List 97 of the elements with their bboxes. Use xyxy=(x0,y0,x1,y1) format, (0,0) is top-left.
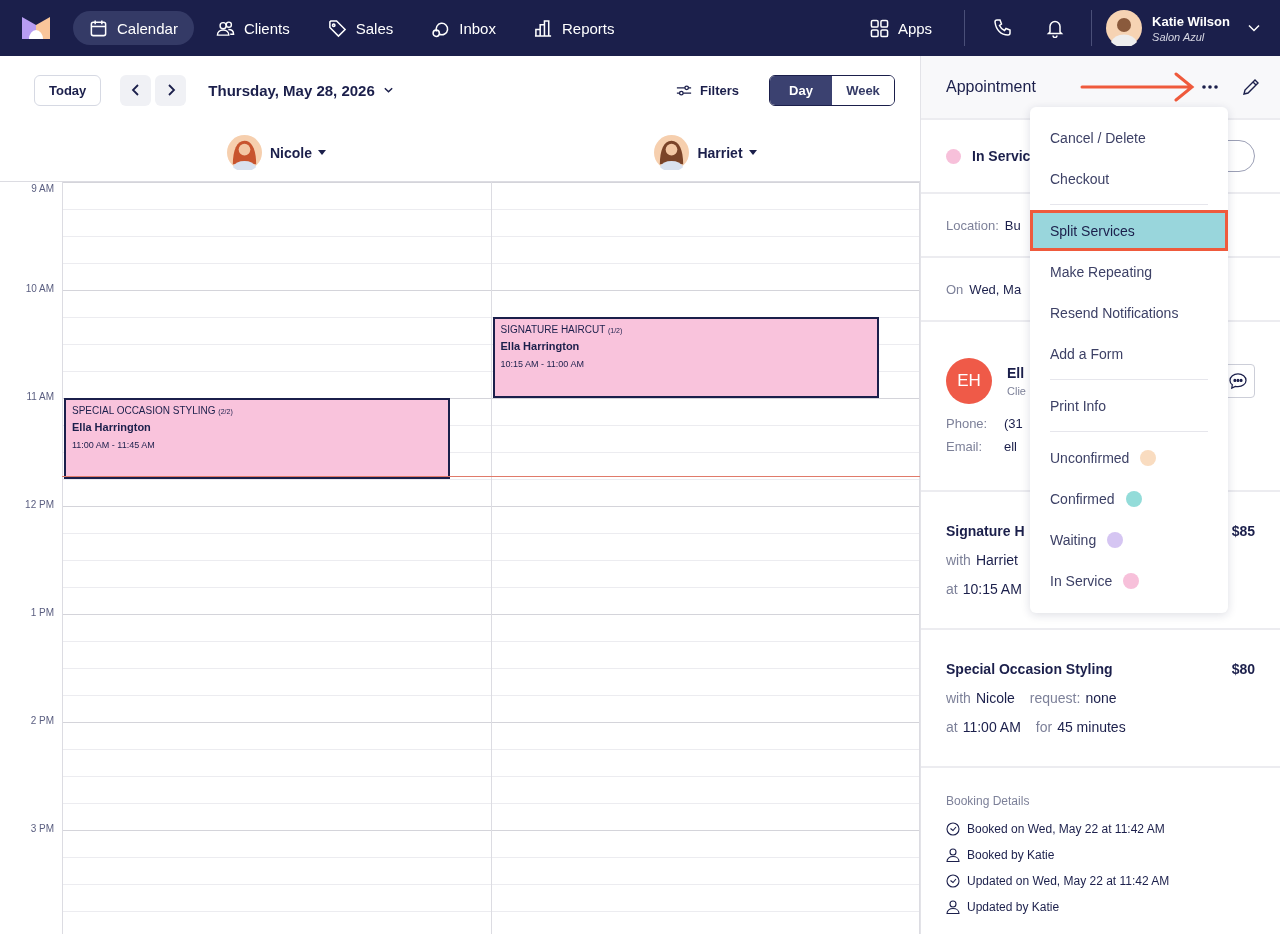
apps-button[interactable]: Apps xyxy=(853,11,949,45)
hour-label: 11 AM xyxy=(26,391,54,402)
client-subtitle: Clie xyxy=(1007,385,1026,397)
sliders-icon xyxy=(676,83,692,97)
hour-label: 3 PM xyxy=(30,823,54,834)
bell-icon[interactable] xyxy=(1045,18,1066,38)
user-avatar[interactable] xyxy=(1106,10,1143,46)
hour-label: 9 AM xyxy=(31,183,54,194)
filters-button[interactable]: Filters xyxy=(670,81,745,99)
for-label: for xyxy=(1035,719,1053,735)
menu-item[interactable]: Unconfirmed xyxy=(1030,437,1228,478)
staff-selector[interactable]: Nicole xyxy=(227,135,326,170)
staff-selector[interactable]: Harriet xyxy=(654,135,757,170)
duration-value: 45 minutes xyxy=(1057,719,1126,735)
chat-icon xyxy=(1229,373,1247,389)
menu-item[interactable]: Waiting xyxy=(1030,519,1228,560)
service-price: $85 xyxy=(1231,523,1255,539)
pencil-icon[interactable] xyxy=(1242,78,1260,96)
nav-tab[interactable]: Reports xyxy=(517,11,631,45)
staff-name: Harriet xyxy=(975,552,1018,568)
hour-label: 2 PM xyxy=(30,715,54,726)
phone-label: Phone: xyxy=(946,416,984,431)
booking-detail: Booked on Wed, May 22 at 11:42 AM xyxy=(967,822,1165,836)
booking-detail: Updated by Katie xyxy=(967,900,1060,914)
user-name: Katie Wilson xyxy=(1152,13,1230,29)
staff-name: Nicole xyxy=(975,690,1015,706)
next-button[interactable] xyxy=(155,74,187,106)
nav-tab[interactable]: Clients xyxy=(199,11,306,45)
person-icon xyxy=(946,900,960,914)
chevron-left-icon xyxy=(130,83,141,97)
nav-tab[interactable]: Inbox xyxy=(415,11,512,45)
chevron-right-icon xyxy=(165,83,176,97)
client-name: Ella Harrington xyxy=(500,340,580,352)
grid-icon xyxy=(869,18,889,38)
client-name: Ell xyxy=(1007,365,1026,381)
client-name: Ella Harrington xyxy=(72,421,151,433)
bar-chart-icon xyxy=(533,18,553,38)
menu-item[interactable]: In Service xyxy=(1030,560,1228,601)
phone-value: (31 xyxy=(1004,416,1023,431)
section-heading: Booking Details xyxy=(946,794,1031,808)
menu-item[interactable]: Cancel / Delete xyxy=(1030,117,1228,158)
client-avatar: EH xyxy=(946,358,992,404)
person-icon xyxy=(946,848,960,862)
people-icon xyxy=(215,18,235,38)
hour-label: 1 PM xyxy=(30,607,54,618)
with-label: with xyxy=(946,552,971,568)
more-icon[interactable] xyxy=(1202,85,1218,89)
menu-item[interactable]: Add a Form xyxy=(1030,333,1228,374)
logo-icon[interactable] xyxy=(22,17,50,39)
calendar-icon xyxy=(89,18,108,38)
request-value: none xyxy=(1085,690,1117,706)
menu-item[interactable]: Confirmed xyxy=(1030,478,1228,519)
chevron-down-icon[interactable] xyxy=(1248,24,1260,32)
menu-item[interactable]: Checkout xyxy=(1030,158,1228,199)
clock-icon xyxy=(946,822,960,836)
location-label: Location: xyxy=(946,217,999,233)
chevron-down-icon xyxy=(382,86,394,94)
booking-detail: Updated on Wed, May 22 at 11:42 AM xyxy=(967,874,1170,888)
nav-tab[interactable]: Sales xyxy=(311,11,410,45)
staff-avatar xyxy=(227,135,262,170)
nav-tab[interactable]: Calendar xyxy=(73,11,194,45)
menu-item[interactable]: Print Info xyxy=(1030,385,1228,426)
phone-icon[interactable] xyxy=(993,18,1014,38)
location-value: Bu xyxy=(1004,217,1021,233)
date-picker[interactable]: Thursday, May 28, 2026 xyxy=(202,80,400,100)
tag-icon xyxy=(327,18,347,38)
at-label: at xyxy=(946,581,958,597)
menu-item[interactable]: Split Services xyxy=(1030,210,1228,251)
today-button[interactable]: Today xyxy=(34,74,102,106)
service-title: Special Occasion Styling xyxy=(946,661,1113,677)
with-label: with xyxy=(946,690,971,706)
request-label: request: xyxy=(1029,690,1081,706)
panel-title: Appointment xyxy=(946,78,1037,96)
status-label: In Servic xyxy=(972,148,1031,164)
caret-icon xyxy=(748,150,757,155)
at-label: at xyxy=(946,719,958,735)
menu-item[interactable]: Make Repeating xyxy=(1030,251,1228,292)
business-name: Salon Azul xyxy=(1152,30,1206,43)
view-tab[interactable]: Day xyxy=(770,75,832,105)
start-time: 10:15 AM xyxy=(962,581,1022,597)
appointment-time: 11:00 AM - 11:45 AM xyxy=(72,440,155,450)
email-value: ell xyxy=(1004,439,1017,454)
caret-icon xyxy=(318,150,326,155)
menu-item[interactable]: Resend Notifications xyxy=(1030,292,1228,333)
email-label: Email: xyxy=(946,439,984,454)
clock-icon xyxy=(946,874,960,888)
service-price: $80 xyxy=(1231,661,1255,677)
date-label: On xyxy=(946,281,964,297)
booking-detail: Booked by Katie xyxy=(967,848,1055,862)
start-time: 11:00 AM xyxy=(962,719,1021,735)
previous-button[interactable] xyxy=(120,74,152,106)
hour-label: 10 AM xyxy=(25,283,54,294)
staff-avatar xyxy=(654,135,690,170)
date-value: Wed, Ma xyxy=(969,281,1022,297)
service-title: Signature H xyxy=(946,523,1025,539)
hour-label: 12 PM xyxy=(25,499,54,510)
appointment-time: 10:15 AM - 11:00 AM xyxy=(500,359,584,369)
